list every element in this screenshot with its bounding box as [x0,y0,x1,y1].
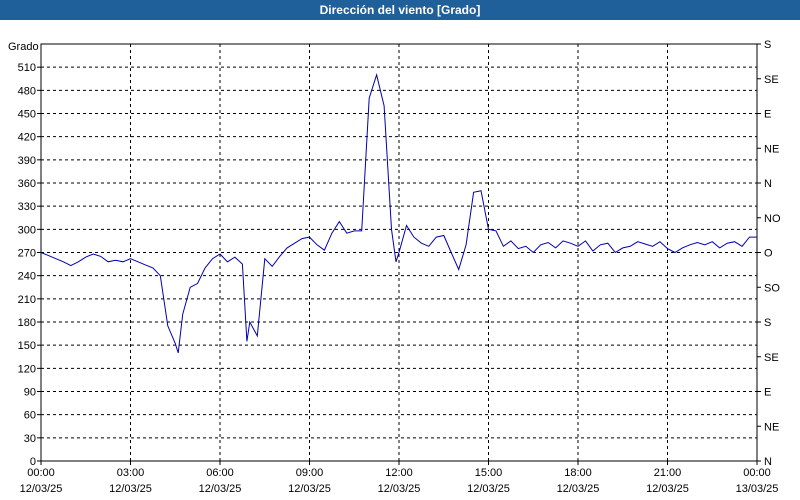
x-tick-time: 15:00 [475,467,503,479]
right-tick-label: E [764,387,771,399]
x-tick-date: 12/03/25 [288,483,331,495]
y-axis-label: Grado [8,41,39,53]
wind-direction-chart: Grado 0306090120150180210240270300330360… [8,39,781,495]
y-tick-label: 240 [18,271,36,283]
y-axis-ticks: 0306090120150180210240270300330360390420… [18,62,41,468]
y-tick-label: 30 [24,433,36,445]
y-tick-label: 300 [18,224,36,236]
y-tick-label: 360 [18,178,36,190]
chart-title: Dirección del viento [Grado] [0,0,800,20]
right-tick-label: S [764,39,771,51]
right-tick-label: S [764,317,771,329]
right-tick-label: NE [764,143,779,155]
y-tick-label: 390 [18,155,36,167]
x-tick-time: 00:00 [743,467,771,479]
x-axis-ticks: 00:00 12/03/25 03:00 12/03/25 06:00 12/03/25 0… [20,461,779,495]
y-tick-label: 60 [24,410,36,422]
x-tick-date: 12/03/25 [646,483,689,495]
x-tick-time: 18:00 [564,467,592,479]
x-tick-date: 12/03/25 [378,483,421,495]
right-axis-ticks: NNEESESSOONONNEESES [757,39,781,468]
y-tick-label: 90 [24,387,36,399]
right-tick-label: O [764,248,773,260]
right-tick-label: N [764,178,772,190]
x-tick-time: 00:00 [27,467,55,479]
right-tick-label: SE [764,352,779,364]
x-tick-date: 12/03/25 [467,483,510,495]
right-tick-label: SE [764,74,779,86]
right-tick-label: NE [764,421,779,433]
y-tick-label: 180 [18,317,36,329]
x-tick-time: 21:00 [654,467,682,479]
x-tick-time: 09:00 [296,467,324,479]
x-tick-date: 12/03/25 [199,483,242,495]
right-tick-label: E [764,109,771,121]
x-tick-time: 12:00 [385,467,413,479]
y-tick-label: 330 [18,201,36,213]
y-tick-label: 420 [18,132,36,144]
right-tick-label: NO [764,213,781,225]
x-tick-date: 12/03/25 [109,483,152,495]
y-tick-label: 150 [18,340,36,352]
y-tick-label: 270 [18,248,36,260]
y-tick-label: 510 [18,62,36,74]
right-tick-label: SO [764,282,780,294]
x-tick-date: 12/03/25 [20,483,63,495]
x-tick-time: 03:00 [117,467,145,479]
x-tick-date: 12/03/25 [557,483,600,495]
x-tick-date: 13/03/25 [736,483,779,495]
y-tick-label: 480 [18,85,36,97]
y-tick-label: 210 [18,294,36,306]
y-tick-label: 450 [18,109,36,121]
y-tick-label: 120 [18,363,36,375]
x-tick-time: 06:00 [206,467,234,479]
